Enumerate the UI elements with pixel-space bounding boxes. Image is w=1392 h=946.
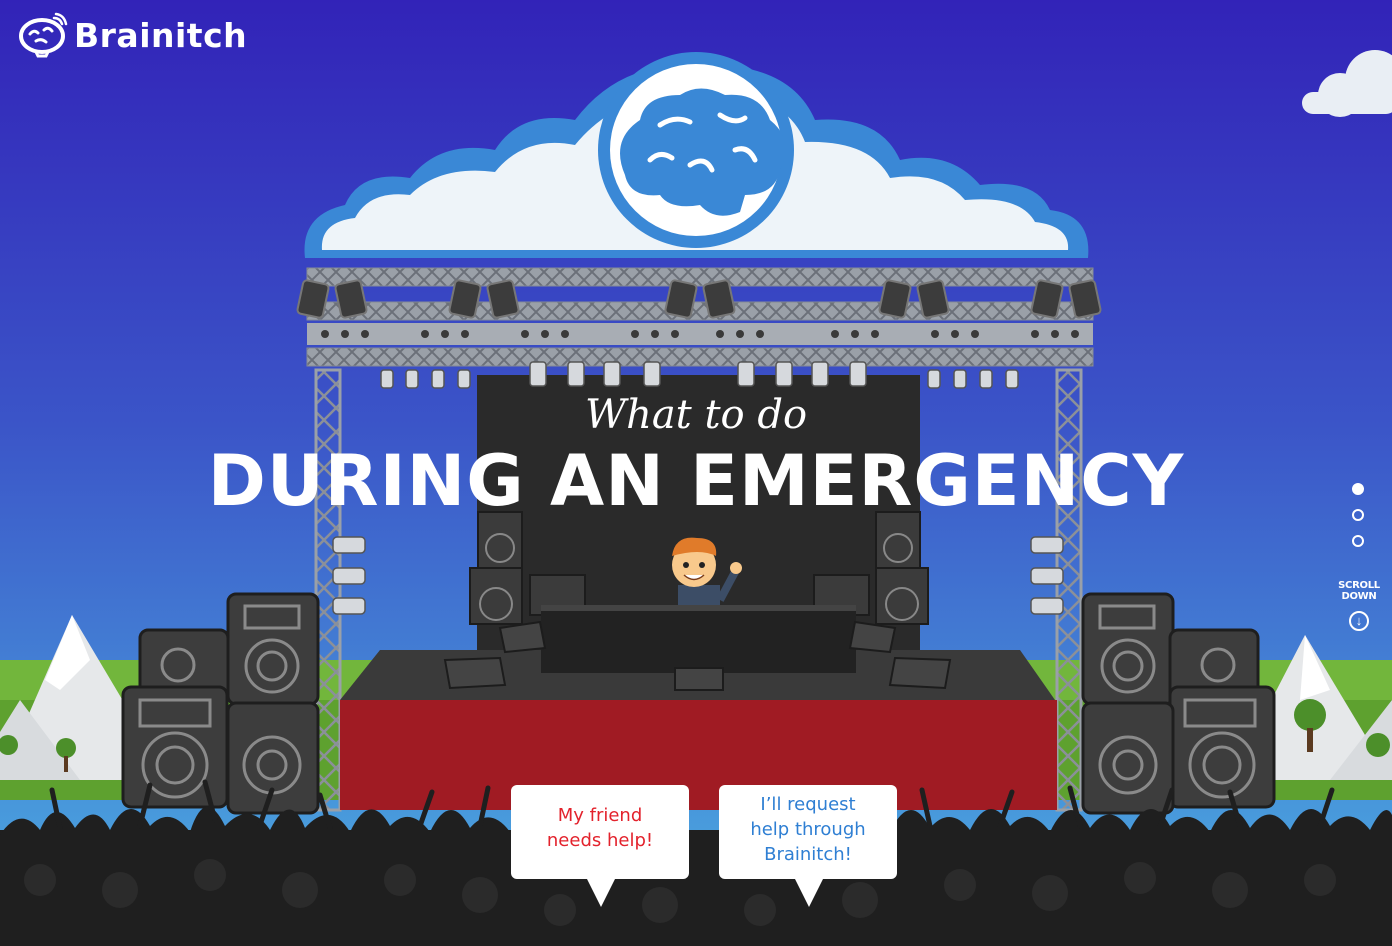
pagination-dot-3[interactable] bbox=[1352, 535, 1364, 547]
arrow-down-circle-icon: ↓ bbox=[1349, 611, 1369, 631]
option-2-line-1: I’ll request bbox=[760, 794, 856, 815]
scroll-label-line2: DOWN bbox=[1341, 591, 1377, 602]
scroll-down-button[interactable]: SCROLL DOWN ↓ bbox=[1330, 580, 1388, 631]
brand-logo[interactable]: Brainitch bbox=[16, 12, 247, 58]
option-2-line-2: help through bbox=[750, 819, 866, 840]
option-1-line-1: My friend bbox=[557, 805, 643, 826]
pagination-dot-1[interactable] bbox=[1352, 483, 1364, 495]
request-help-button[interactable]: I’ll request help through Brainitch! bbox=[719, 785, 897, 907]
scroll-label-line1: SCROLL bbox=[1338, 580, 1380, 591]
hero-subtitle: What to do bbox=[584, 392, 808, 438]
brain-logo-icon bbox=[19, 12, 68, 58]
friend-needs-help-button[interactable]: My friend needs help! bbox=[511, 785, 689, 907]
option-1-line-2: needs help! bbox=[546, 830, 654, 851]
hero-title: DURING AN EMERGENCY bbox=[207, 440, 1185, 522]
option-2-line-3: Brainitch! bbox=[764, 844, 852, 865]
brand-name: Brainitch bbox=[74, 15, 248, 55]
pagination-dot-2[interactable] bbox=[1352, 509, 1364, 521]
section-pagination bbox=[1352, 483, 1364, 561]
